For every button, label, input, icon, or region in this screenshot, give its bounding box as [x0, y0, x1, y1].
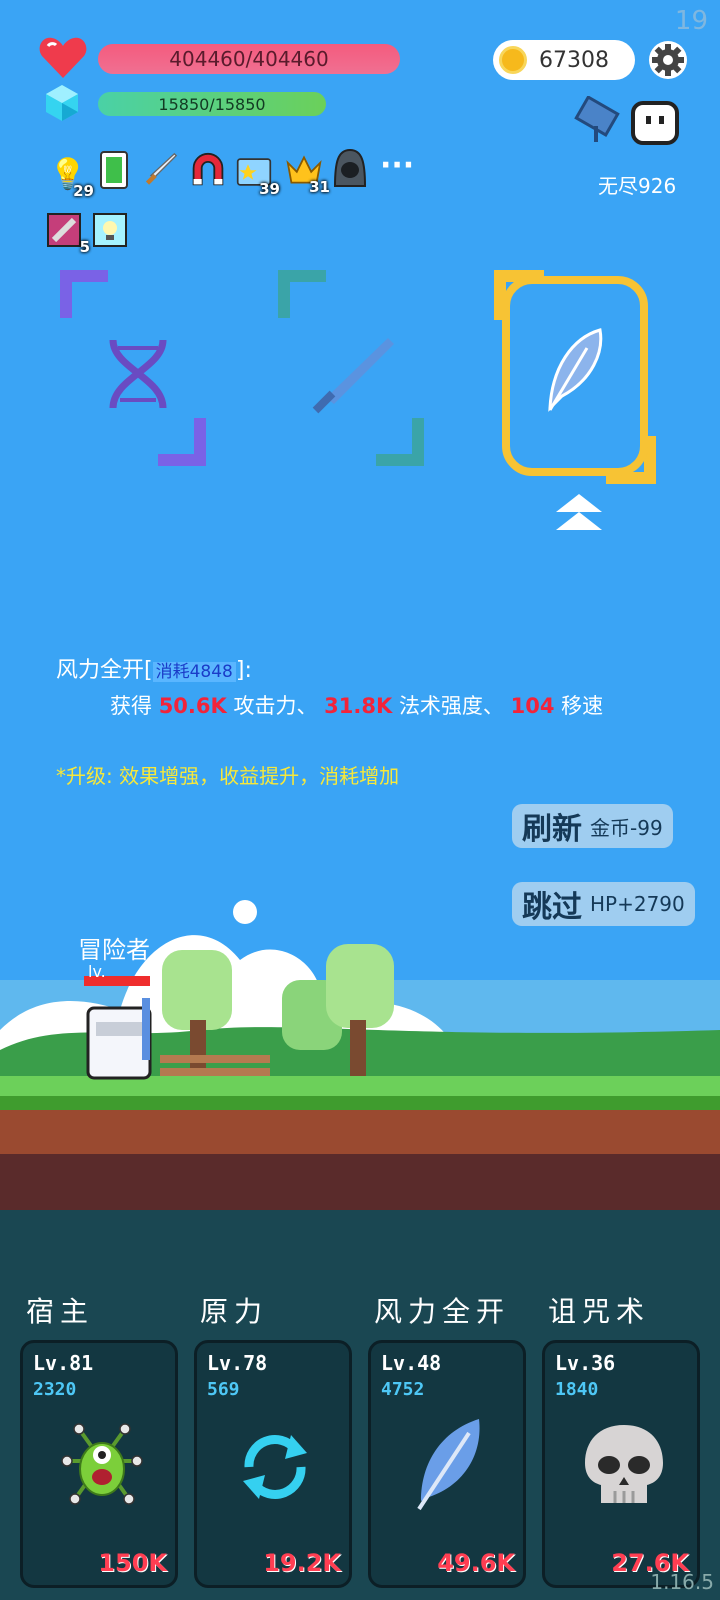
player-name: 冒险者 — [78, 936, 150, 964]
skull-icon — [585, 1425, 663, 1503]
magnet-icon[interactable] — [190, 152, 226, 188]
cycle-icon — [243, 1435, 307, 1499]
skill-card-curse[interactable]: Lv.36 1840 27.6K — [542, 1340, 700, 1588]
refresh-button[interactable]: 刷新 金币-99 — [512, 804, 673, 848]
more-icon[interactable]: ··· — [380, 148, 414, 183]
card-option-feather-selected[interactable] — [492, 268, 660, 488]
gem-icon — [46, 85, 78, 121]
skill-title-3: 风力全开 — [374, 1295, 511, 1328]
chevron-up-icon — [556, 494, 602, 530]
skill-cost: 消耗4848 — [152, 662, 236, 682]
skill-title-1: 宿主 — [26, 1295, 95, 1328]
ghost-icon[interactable] — [630, 100, 680, 146]
endless-level: 无尽926 — [598, 174, 677, 198]
card-option-dna[interactable] — [58, 268, 208, 468]
skill-description-title: 风力全开[消耗4848]: — [56, 658, 252, 683]
hood-icon[interactable] — [332, 148, 368, 187]
coin-value: 67308 — [539, 47, 609, 73]
hp-bar: 404460/404460 — [98, 44, 400, 74]
heart-icon — [39, 37, 87, 78]
version-label: 1.16.5 — [650, 1570, 714, 1594]
star-card-icon[interactable]: 39 — [236, 154, 280, 198]
skill-card-wind[interactable]: Lv.48 4752 49.6K — [368, 1340, 526, 1588]
scroll-icon[interactable]: 5 — [46, 212, 90, 256]
skill-title-2: 原力 — [200, 1295, 269, 1328]
feather-icon — [417, 1419, 480, 1511]
crown-icon[interactable]: 31 — [286, 152, 330, 196]
skill-description-effect: 获得 50.6K 攻击力、 31.8K 法术强度、 104 移速 — [110, 694, 604, 718]
germ-icon — [61, 1423, 143, 1505]
card-option-sword[interactable] — [276, 268, 426, 468]
gear-icon[interactable] — [648, 40, 688, 80]
lightbulb-icon[interactable]: 💡 29 — [49, 156, 94, 201]
sword-icon[interactable] — [142, 152, 178, 188]
map-flag-icon[interactable] — [574, 96, 626, 144]
mp-bar: 15850/15850 — [98, 92, 326, 116]
light-card-icon[interactable] — [92, 212, 128, 248]
corner-number: 19 — [674, 6, 708, 36]
coin-counter: 67308 — [493, 40, 635, 80]
player-level: lv. — [88, 962, 106, 981]
coin-icon — [499, 46, 527, 74]
card-icon[interactable] — [96, 151, 132, 189]
skill-card-force[interactable]: Lv.78 569 19.2K — [194, 1340, 352, 1588]
skill-title-4: 诅咒术 — [548, 1295, 651, 1328]
upgrade-note: *升级: 效果增强，收益提升，消耗增加 — [56, 764, 400, 788]
skill-card-host[interactable]: Lv.81 2320 150K — [20, 1340, 178, 1588]
